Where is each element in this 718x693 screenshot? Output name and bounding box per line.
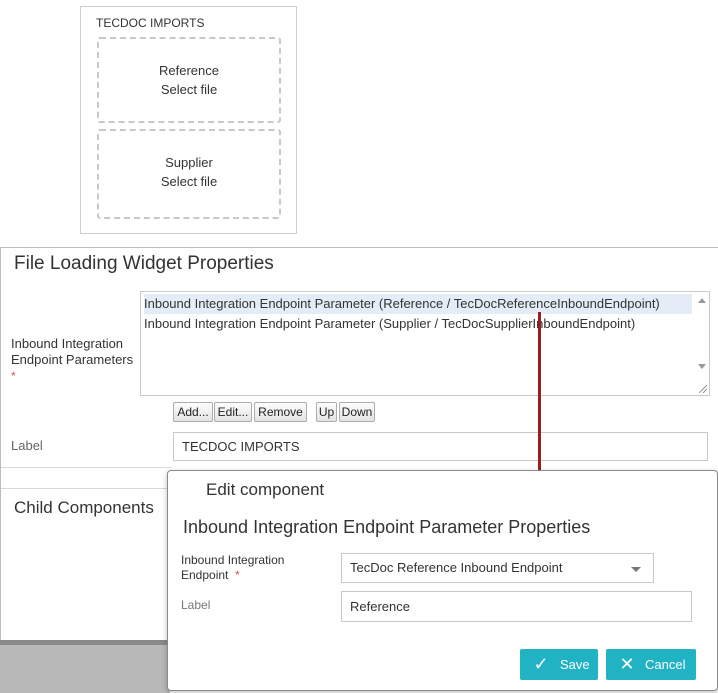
select-file-link[interactable]: Select file — [99, 82, 279, 97]
endpoint-field-label: Inbound Integration Endpoint * — [181, 553, 321, 583]
add-button[interactable]: Add... — [173, 402, 213, 422]
chevron-down-icon[interactable] — [631, 567, 641, 572]
endpoint-label-text: Inbound Integration Endpoint — [181, 553, 285, 582]
save-button-label: Save — [560, 657, 590, 672]
dialog-subtitle: Inbound Integration Endpoint Parameter P… — [183, 517, 591, 537]
reference-drop-zone[interactable]: Reference Select file — [97, 37, 281, 123]
annotation-arrow-line — [538, 312, 541, 476]
footer-bar — [0, 645, 170, 693]
scroll-up-icon[interactable] — [698, 298, 706, 303]
label-input[interactable]: TECDOC IMPORTS — [173, 432, 708, 461]
save-button[interactable]: ✓ Save — [520, 649, 598, 680]
endpoints-field-label: Inbound Integration Endpoint Parameters … — [11, 336, 136, 384]
divider — [1, 467, 171, 468]
checkmark-icon: ✓ — [533, 654, 549, 674]
drop-zone-name: Reference — [159, 63, 219, 78]
list-item[interactable]: Inbound Integration Endpoint Parameter (… — [144, 294, 692, 314]
endpoints-listbox[interactable]: Inbound Integration Endpoint Parameter (… — [140, 291, 710, 396]
supplier-drop-zone[interactable]: Supplier Select file — [97, 129, 281, 219]
label-field-caption: Label — [181, 598, 211, 612]
close-icon: ✕ — [619, 654, 635, 674]
move-up-button[interactable]: Up — [316, 402, 337, 422]
list-item[interactable]: Inbound Integration Endpoint Parameter (… — [144, 314, 692, 334]
scroll-down-icon[interactable] — [698, 364, 706, 369]
listbox-scrollbar[interactable] — [695, 292, 709, 395]
label-field-caption: Label — [11, 438, 43, 453]
required-marker: * — [235, 568, 240, 582]
divider — [1, 488, 171, 489]
file-loading-widget-preview: TECDOC IMPORTS Reference Select file Sup… — [80, 6, 297, 234]
endpoint-select-value: TecDoc Reference Inbound Endpoint — [350, 560, 563, 575]
cancel-button[interactable]: ✕ Cancel — [606, 649, 696, 680]
drop-zone-name: Supplier — [165, 155, 213, 170]
widget-title: TECDOC IMPORTS — [96, 16, 205, 30]
move-down-button[interactable]: Down — [339, 402, 375, 422]
child-components-heading: Child Components — [14, 498, 154, 517]
dialog-title: Edit component — [206, 480, 325, 499]
edit-button[interactable]: Edit... — [214, 402, 252, 422]
cancel-button-label: Cancel — [645, 657, 686, 672]
resize-grip-icon[interactable] — [699, 385, 707, 393]
label-input[interactable]: Reference — [341, 591, 692, 622]
required-marker: * — [11, 369, 16, 383]
edit-component-dialog: Edit component Inbound Integration Endpo… — [167, 470, 718, 691]
endpoints-label-text: Inbound Integration Endpoint Parameters — [11, 336, 134, 367]
endpoint-select[interactable]: TecDoc Reference Inbound Endpoint — [341, 553, 654, 583]
remove-button[interactable]: Remove — [254, 402, 307, 422]
select-file-link[interactable]: Select file — [99, 174, 279, 189]
panel-title: File Loading Widget Properties — [14, 253, 274, 274]
